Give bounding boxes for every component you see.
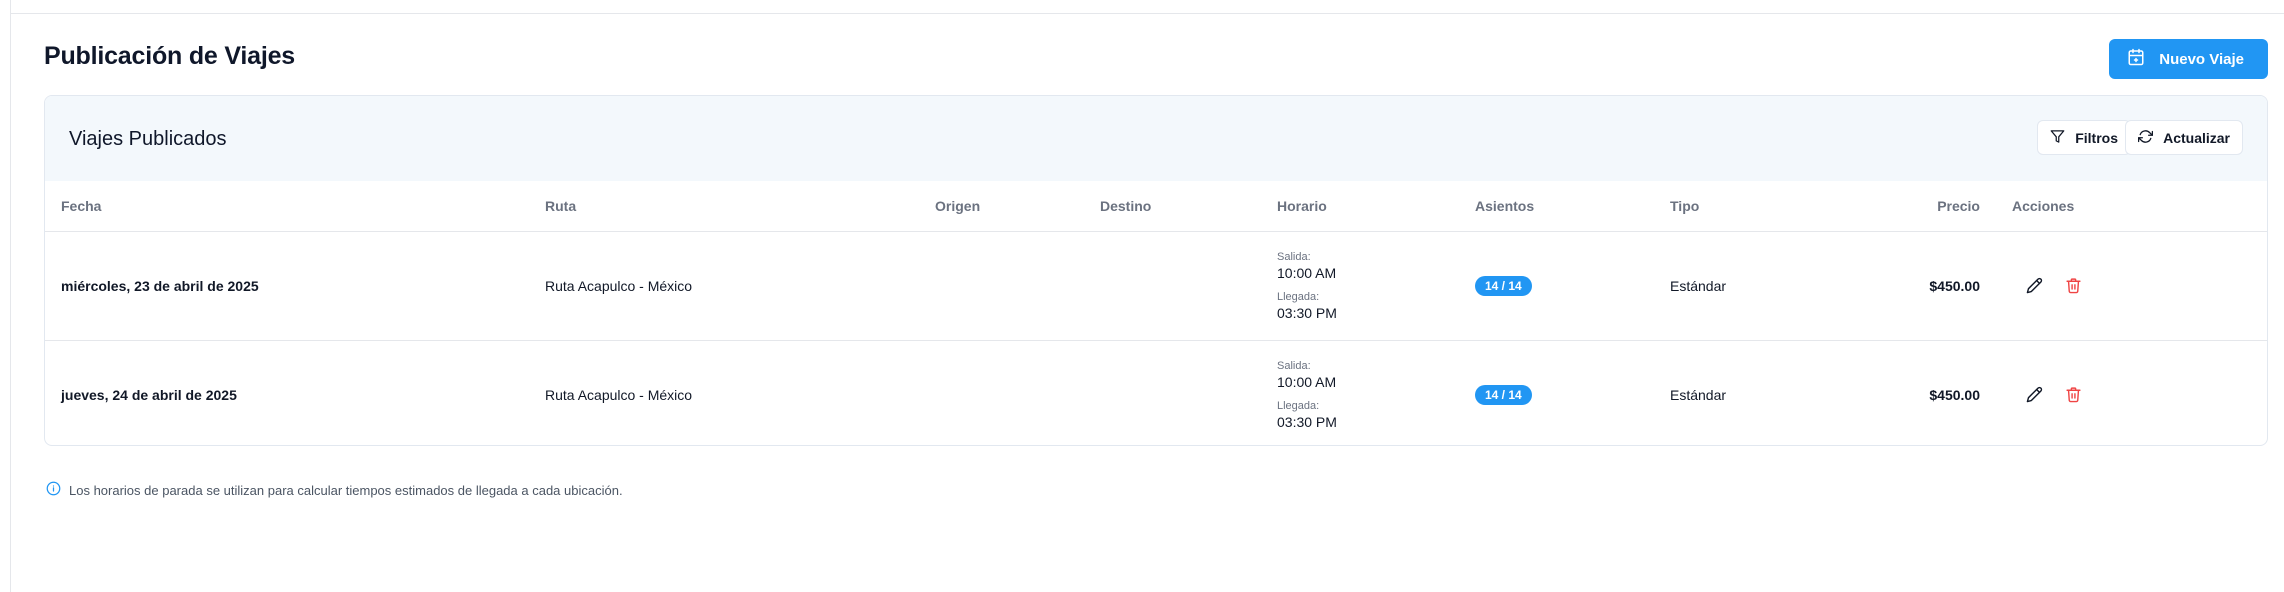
table-header-row: Fecha Ruta Origen Destino Horario Asient… — [45, 181, 2267, 232]
calendar-plus-icon — [2127, 48, 2145, 70]
sidebar-divider — [10, 0, 11, 592]
cell-asientos: 14 / 14 — [1459, 231, 1654, 340]
arrival-label: Llegada: — [1277, 399, 1320, 412]
table-row: jueves, 24 de abril de 2025 Ruta Acapulc… — [45, 339, 2267, 445]
trash-icon — [2066, 278, 2081, 294]
refresh-icon — [2138, 129, 2154, 147]
cell-tipo: Estándar — [1654, 339, 1849, 445]
seats-badge: 14 / 14 — [1475, 275, 1532, 296]
col-asientos[interactable]: Asientos — [1459, 181, 1654, 232]
col-fecha[interactable]: Fecha — [45, 181, 529, 232]
cell-horario: Salida: 10:00 AM Llegada: 03:30 PM — [1261, 231, 1459, 340]
departure-time: 10:00 AM — [1277, 264, 1337, 281]
cell-precio: $450.00 — [1929, 277, 1980, 294]
cell-destino — [1084, 339, 1261, 445]
pencil-icon — [2026, 277, 2043, 294]
filter-button[interactable]: Filtros — [2037, 120, 2131, 155]
new-trip-button[interactable]: Nuevo Viaje — [2109, 39, 2268, 79]
topbar-divider — [10, 13, 2284, 14]
cell-ruta: Ruta Acapulco - México — [545, 277, 693, 294]
departure-label: Salida: — [1277, 250, 1311, 263]
cell-asientos: 14 / 14 — [1459, 339, 1654, 445]
departure-label: Salida: — [1277, 359, 1311, 372]
cell-tipo: Estándar — [1670, 277, 1727, 294]
trips-card: Viajes Publicados Filtros Actualizar Fec… — [44, 95, 2268, 446]
cell-origen — [919, 339, 1084, 445]
info-icon — [46, 481, 61, 499]
arrival-label: Llegada: — [1277, 290, 1320, 303]
cell-ruta: Ruta Acapulco - México — [529, 339, 919, 445]
col-horario[interactable]: Horario — [1261, 181, 1459, 232]
col-precio[interactable]: Precio — [1849, 181, 1996, 232]
cell-horario: Salida: 10:00 AM Llegada: 03:30 PM — [1261, 339, 1459, 445]
refresh-button[interactable]: Actualizar — [2125, 120, 2243, 155]
cell-destino — [1084, 231, 1261, 340]
col-tipo[interactable]: Tipo — [1654, 181, 1849, 232]
cell-precio: $450.00 — [1849, 339, 1996, 445]
cell-acciones — [1996, 231, 2267, 340]
edit-button[interactable] — [2026, 386, 2043, 403]
cell-origen — [919, 231, 1084, 340]
arrival-time: 03:30 PM — [1277, 413, 1337, 430]
col-ruta[interactable]: Ruta — [529, 181, 919, 232]
pencil-icon — [2026, 387, 2043, 403]
delete-button[interactable] — [2065, 277, 2082, 294]
new-trip-label: Nuevo Viaje — [2159, 50, 2244, 68]
table-row: miércoles, 23 de abril de 2025 Ruta Acap… — [45, 231, 2267, 340]
trash-icon — [2066, 387, 2081, 403]
edit-button[interactable] — [2026, 277, 2043, 294]
delete-button[interactable] — [2065, 386, 2082, 403]
cell-fecha: miércoles, 23 de abril de 2025 — [61, 277, 259, 294]
departure-time: 10:00 AM — [1277, 373, 1337, 390]
cell-fecha: jueves, 24 de abril de 2025 — [45, 339, 529, 445]
col-origen[interactable]: Origen — [919, 181, 1084, 232]
cell-acciones — [1996, 339, 2267, 445]
refresh-label: Actualizar — [2163, 129, 2230, 146]
page-title: Publicación de Viajes — [44, 42, 296, 70]
seats-badge: 14 / 14 — [1475, 384, 1532, 405]
card-title: Viajes Publicados — [69, 128, 227, 150]
col-destino[interactable]: Destino — [1084, 181, 1261, 232]
card-header: Viajes Publicados Filtros Actualizar — [45, 96, 2267, 181]
arrival-time: 03:30 PM — [1277, 304, 1337, 321]
info-note: Los horarios de parada se utilizan para … — [46, 481, 623, 499]
filter-label: Filtros — [2075, 129, 2118, 146]
info-note-text: Los horarios de parada se utilizan para … — [69, 482, 623, 498]
filter-icon — [2050, 129, 2065, 147]
trips-table: Fecha Ruta Origen Destino Horario Asient… — [45, 181, 2267, 445]
col-acciones: Acciones — [1996, 181, 2267, 232]
